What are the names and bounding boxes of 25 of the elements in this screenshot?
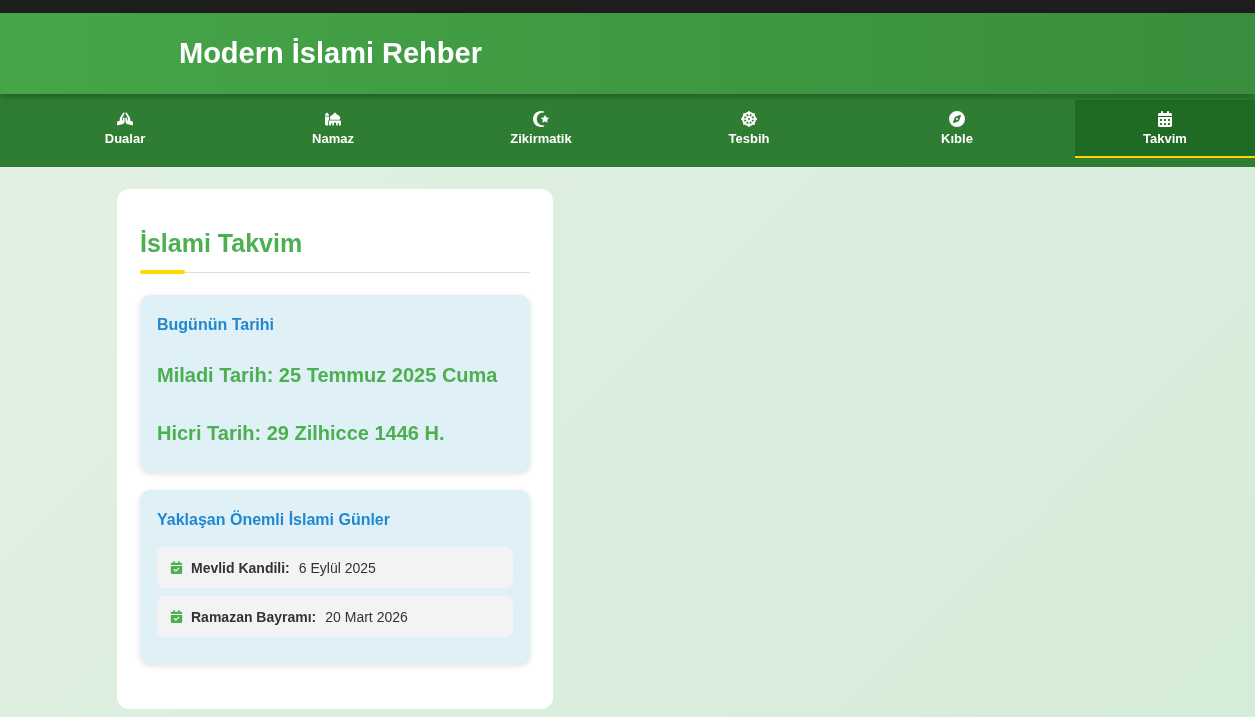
nav-tab[interactable]: Namaz [243,100,423,158]
nav-tab[interactable]: Tesbih [659,100,839,158]
nav-tab[interactable]: Kıble [867,100,1047,158]
title-underline [140,270,185,274]
calendar-icon [1157,110,1173,127]
panel-heading: Bugünün Tarihi [157,316,275,334]
hijri-date: Hicri Tarih: 29 Zilhicce 1446 H. [157,422,446,445]
gregorian-date: Miladi Tarih: 25 Temmuz 2025 Cuma [157,364,499,387]
calendar-check-icon [170,610,183,623]
app-title: Modern İslami Rehber [179,37,482,70]
card-title: İslami Takvim [140,229,304,259]
crescent-star-icon [533,110,549,127]
nav-tab[interactable]: Dualar [35,100,215,158]
compass-icon [949,110,965,127]
event-date: 20 Mart 2026 [325,608,408,625]
nav-tab[interactable]: Zikirmatik [451,100,631,158]
wheel-icon [741,110,757,127]
nav-tab[interactable]: Takvim [1075,100,1255,158]
event-date: 6 Eylül 2025 [298,559,376,576]
event-name: Ramazan Bayramı: [191,608,317,625]
calendar-check-icon [170,561,183,574]
event-name: Mevlid Kandili: [191,559,290,576]
panel-heading: Yaklaşan Önemli İslami Günler [157,511,391,529]
mosque-icon [325,110,341,127]
praying-hands-icon [117,110,133,127]
